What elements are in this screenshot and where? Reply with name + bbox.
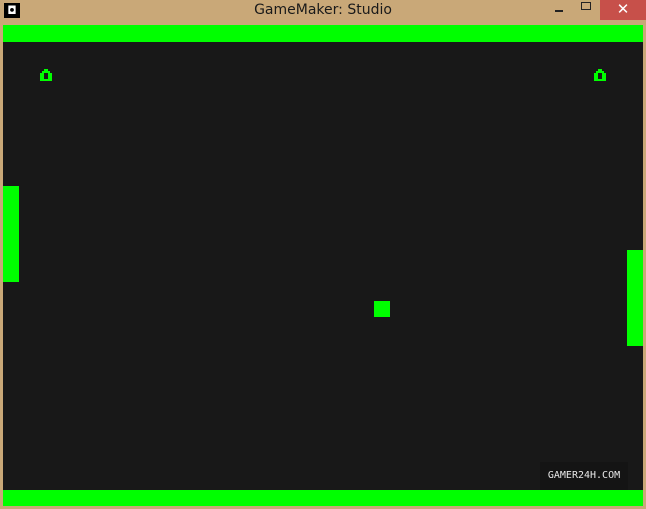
- close-button[interactable]: ✕: [600, 0, 646, 20]
- ball: [374, 301, 390, 317]
- game-canvas[interactable]: GAMER24H.COM: [3, 25, 643, 506]
- bottom-wall: [3, 490, 643, 506]
- left-score-display: [40, 69, 52, 81]
- top-wall: [3, 25, 643, 42]
- right-paddle: [627, 250, 643, 346]
- window-titlebar[interactable]: ◘ GameMaker: Studio ✕: [0, 0, 646, 22]
- left-paddle: [3, 186, 19, 282]
- maximize-button[interactable]: [573, 0, 599, 20]
- minimize-button[interactable]: [545, 0, 573, 20]
- right-score-display: [594, 69, 606, 81]
- watermark: GAMER24H.COM: [540, 462, 628, 490]
